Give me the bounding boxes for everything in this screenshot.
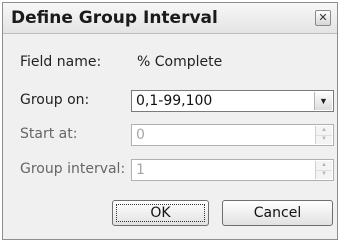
group-interval-spinner[interactable]: 1 ▲ ▼ (131, 159, 334, 181)
spin-down-icon[interactable]: ▼ (316, 170, 332, 179)
define-group-interval-dialog: Define Group Interval ✕ Field name: % Co… (2, 2, 338, 240)
spin-down-icon[interactable]: ▼ (316, 135, 332, 144)
close-icon[interactable]: ✕ (315, 10, 331, 26)
cancel-button[interactable]: Cancel (222, 200, 333, 226)
title-bar[interactable]: Define Group Interval ✕ (3, 3, 337, 34)
group-on-value: 0,1-99,100 (136, 93, 213, 109)
start-at-spin-buttons: ▲ ▼ (315, 126, 332, 144)
field-name-label: Field name: (20, 54, 102, 70)
group-interval-value: 1 (136, 162, 145, 178)
start-at-value: 0 (136, 127, 145, 143)
group-on-dropdown[interactable]: 0,1-99,100 ▼ (131, 90, 334, 112)
dialog-title: Define Group Interval (11, 8, 218, 28)
start-at-label: Start at: (20, 126, 78, 142)
start-at-spinner[interactable]: 0 ▲ ▼ (131, 124, 334, 146)
ok-button-label: OK (150, 205, 171, 221)
field-name-value: % Complete (137, 54, 223, 70)
chevron-down-icon[interactable]: ▼ (314, 92, 332, 110)
group-interval-spin-buttons: ▲ ▼ (315, 161, 332, 179)
group-interval-label: Group interval: (20, 161, 126, 177)
ok-button[interactable]: OK (112, 200, 209, 226)
group-on-label: Group on: (20, 92, 90, 108)
